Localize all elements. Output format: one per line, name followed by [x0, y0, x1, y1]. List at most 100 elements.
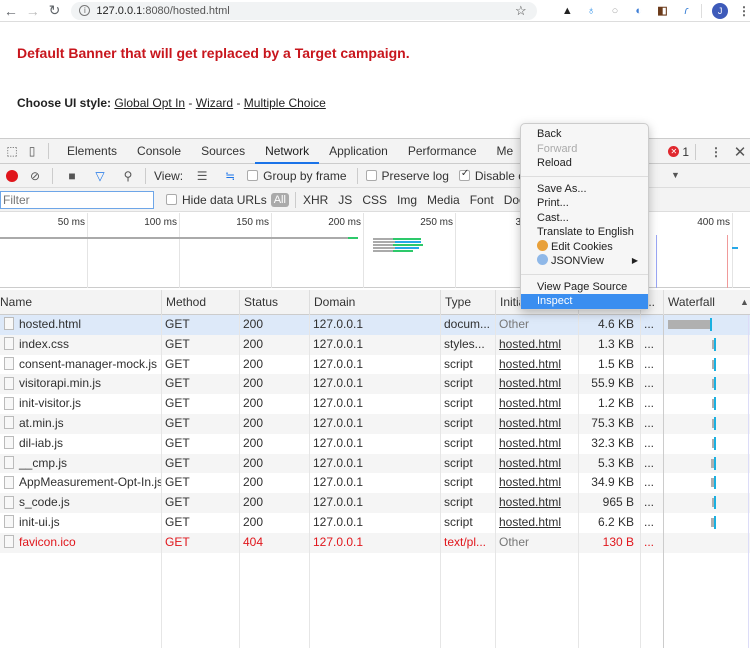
- record-icon[interactable]: [6, 169, 18, 182]
- table-row[interactable]: init-visitor.js GET 200 127.0.0.1 script host…: [0, 394, 750, 414]
- info-icon[interactable]: i: [79, 5, 91, 16]
- menu-item-forward[interactable]: Forward: [521, 142, 648, 157]
- cell-initiator[interactable]: hosted.html: [495, 355, 578, 375]
- table-row[interactable]: s_code.js GET 200 127.0.0.1 script hosted.htm…: [0, 493, 750, 513]
- table-row[interactable]: favicon.ico GET 404 127.0.0.1 text/pl... Othe…: [0, 532, 750, 553]
- tab-network[interactable]: Network: [255, 139, 320, 164]
- clear-icon[interactable]: ⊘: [24, 169, 46, 183]
- overview-icon[interactable]: ≒: [219, 169, 241, 183]
- cell-type: script: [444, 495, 473, 510]
- filter-css[interactable]: CSS: [362, 193, 387, 207]
- ghostery-icon[interactable]: ◧: [652, 4, 674, 17]
- filter-img[interactable]: Img: [397, 193, 417, 207]
- menu-item-print[interactable]: Print...: [521, 196, 648, 211]
- col-domain[interactable]: Domain: [309, 290, 440, 315]
- cell-domain: 127.0.0.1: [313, 495, 364, 510]
- devtools-menu-icon[interactable]: ⋮: [706, 145, 726, 159]
- cell-initiator[interactable]: hosted.html: [495, 394, 578, 414]
- group-by-frame-toggle[interactable]: Group by frame: [247, 169, 347, 183]
- screenshot-icon[interactable]: ■: [61, 169, 83, 183]
- filter-js[interactable]: JS: [338, 193, 352, 207]
- error-icon[interactable]: ✕: [668, 146, 680, 157]
- large-rows-icon[interactable]: ☰: [191, 169, 213, 183]
- group-by-frame-checkbox[interactable]: [247, 170, 259, 181]
- avatar[interactable]: J: [712, 2, 729, 19]
- cell-name: init-ui.js: [0, 513, 161, 533]
- throttling-dropdown-icon[interactable]: ▼: [671, 170, 680, 180]
- filter-xhr[interactable]: XHR: [303, 193, 328, 207]
- overview-bar: [373, 247, 395, 249]
- filter-icon[interactable]: ▽: [89, 169, 111, 183]
- hide-data-urls-toggle[interactable]: Hide data URLs: [166, 193, 267, 207]
- menu-item-label: Cast...: [537, 211, 569, 224]
- cell-initiator[interactable]: hosted.html: [495, 454, 578, 474]
- artstation-icon[interactable]: ▲: [556, 5, 578, 17]
- inspect-element-icon[interactable]: ⬚: [2, 144, 22, 158]
- feather-icon[interactable]: ɾ: [675, 5, 697, 17]
- close-icon[interactable]: ✕: [730, 143, 750, 161]
- reload-icon[interactable]: ↻: [44, 2, 66, 19]
- menu-item-view-page-source[interactable]: View Page Source: [521, 280, 648, 295]
- tab-application[interactable]: Application: [319, 139, 398, 164]
- tab-elements[interactable]: Elements: [57, 139, 127, 164]
- link-separator: -: [185, 96, 196, 110]
- col-status[interactable]: Status: [239, 290, 309, 315]
- tab-sources[interactable]: Sources: [191, 139, 255, 164]
- error-count[interactable]: 1: [682, 145, 689, 159]
- table-row[interactable]: at.min.js GET 200 127.0.0.1 script hosted.htm…: [0, 413, 750, 434]
- disable-cache-checkbox[interactable]: [458, 168, 470, 181]
- table-row[interactable]: index.css GET 200 127.0.0.1 styles... hosted.…: [0, 334, 750, 355]
- cell-initiator[interactable]: hosted.html: [495, 414, 578, 434]
- table-row[interactable]: init-ui.js GET 200 127.0.0.1 script hosted.ht…: [0, 513, 750, 533]
- sort-ascending-icon[interactable]: ▲: [740, 297, 749, 307]
- link-global-opt-in[interactable]: Global Opt In: [114, 96, 185, 110]
- table-row[interactable]: dil-iab.js GET 200 127.0.0.1 script hosted.ht…: [0, 434, 750, 454]
- menu-item-reload[interactable]: Reload: [521, 156, 648, 171]
- circle-icon[interactable]: ○: [604, 5, 626, 17]
- filter-input[interactable]: [0, 190, 154, 209]
- menu-item-save-as[interactable]: Save As...: [521, 182, 648, 197]
- menu-item-jsonview[interactable]: JSONView ▶: [521, 254, 648, 269]
- col-type[interactable]: Type: [440, 290, 495, 315]
- device-toolbar-icon[interactable]: ▯: [22, 144, 42, 158]
- address-bar[interactable]: i 127.0.0.1:8080/hosted.html: [71, 1, 538, 20]
- search-icon[interactable]: ⚲: [117, 169, 139, 183]
- browser-menu-icon[interactable]: ⋮: [738, 4, 750, 18]
- link-wizard[interactable]: Wizard: [196, 96, 233, 110]
- cell-initiator[interactable]: hosted.html: [495, 434, 578, 454]
- hide-data-urls-checkbox[interactable]: [166, 194, 177, 205]
- cell-type: text/pl...: [444, 534, 487, 549]
- bookmark-star-icon[interactable]: ☆: [515, 3, 527, 19]
- col-waterfall[interactable]: Waterfall: [663, 290, 750, 315]
- preserve-log-checkbox[interactable]: [365, 170, 377, 181]
- col-name[interactable]: Name: [0, 290, 161, 315]
- opera-icon[interactable]: ◐: [628, 5, 650, 17]
- cell-initiator[interactable]: hosted.html: [495, 493, 578, 513]
- cell-initiator[interactable]: hosted.html: [495, 513, 578, 533]
- menu-item-translate-to-english[interactable]: Translate to English: [521, 225, 648, 240]
- table-row[interactable]: AppMeasurement-Opt-In.js GET 200 127.0.0.1 s…: [0, 473, 750, 493]
- menu-item-edit-cookies[interactable]: Edit Cookies: [521, 239, 648, 255]
- cell-initiator[interactable]: hosted.html: [495, 473, 578, 493]
- table-row[interactable]: hosted.html GET 200 127.0.0.1 docum... Other 4…: [0, 315, 750, 335]
- table-row[interactable]: visitorapi.min.js GET 200 127.0.0.1 script ho…: [0, 374, 750, 395]
- filter-all[interactable]: All: [270, 192, 289, 207]
- forward-icon[interactable]: →: [22, 3, 44, 19]
- cell-initiator[interactable]: hosted.html: [495, 335, 578, 355]
- cell-initiator[interactable]: hosted.html: [495, 374, 578, 394]
- tab-console[interactable]: Console: [127, 139, 191, 164]
- preserve-log-toggle[interactable]: Preserve log: [365, 169, 449, 183]
- filter-font[interactable]: Font: [470, 193, 494, 207]
- back-icon[interactable]: ←: [0, 3, 22, 19]
- table-row[interactable]: __cmp.js GET 200 127.0.0.1 script hosted.html…: [0, 453, 750, 474]
- tab-performance[interactable]: Performance: [398, 139, 487, 164]
- menu-item-back[interactable]: Back: [521, 127, 648, 142]
- col-method[interactable]: Method: [161, 290, 239, 315]
- tab-memory[interactable]: Me: [487, 139, 524, 164]
- menu-item-inspect[interactable]: Inspect: [521, 294, 648, 309]
- table-row[interactable]: consent-manager-mock.js GET 200 127.0.0.1 sc…: [0, 355, 750, 375]
- filter-media[interactable]: Media: [427, 193, 460, 207]
- menu-item-cast[interactable]: Cast...: [521, 211, 648, 226]
- link-multiple-choice[interactable]: Multiple Choice: [244, 96, 326, 110]
- dropper-icon[interactable]: ♁: [580, 5, 602, 17]
